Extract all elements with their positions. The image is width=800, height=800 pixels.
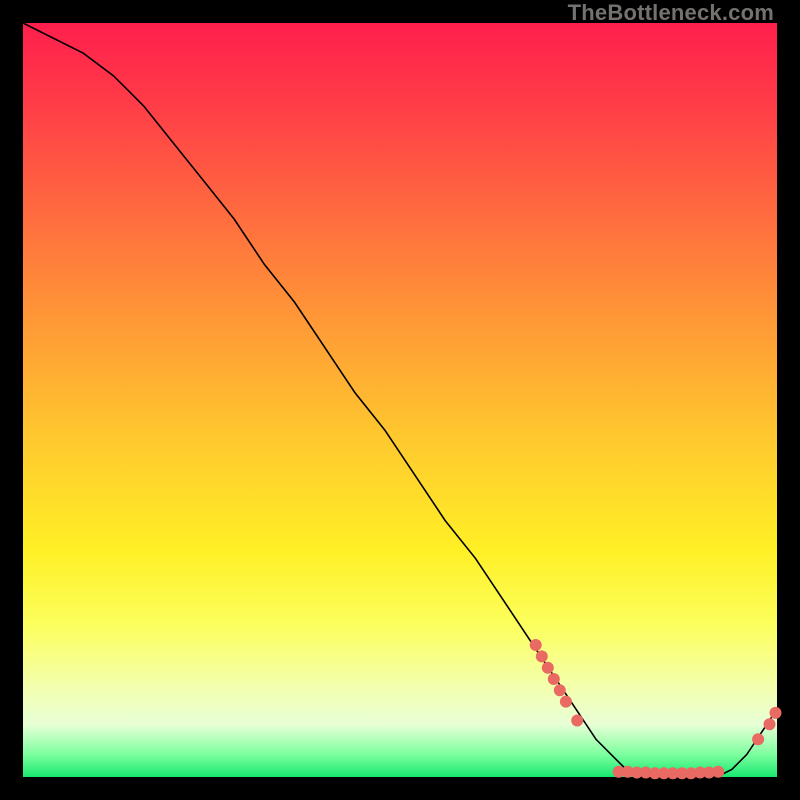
data-point [764, 718, 776, 730]
data-point [530, 639, 542, 651]
data-point [770, 707, 782, 719]
data-point [712, 766, 724, 778]
data-point [542, 662, 554, 674]
data-point [752, 733, 764, 745]
chart-frame: TheBottleneck.com [0, 0, 800, 800]
data-point [571, 715, 583, 727]
plot-area [23, 23, 777, 777]
bottleneck-curve [23, 23, 777, 777]
data-point [548, 673, 560, 685]
data-point [554, 684, 566, 696]
data-point [560, 696, 572, 708]
overlay-svg [23, 23, 777, 777]
data-point [536, 650, 548, 662]
